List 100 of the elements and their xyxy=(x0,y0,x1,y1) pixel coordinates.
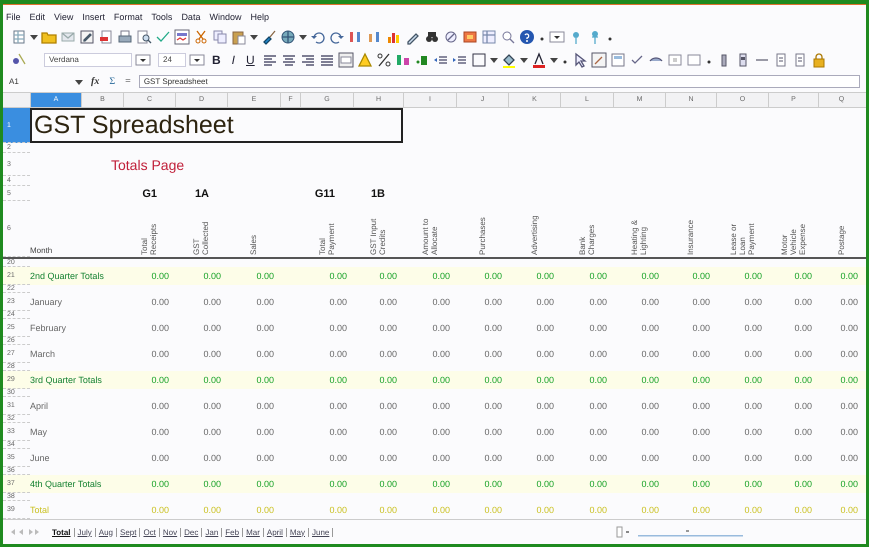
menu-item[interactable]: Data xyxy=(181,12,200,22)
spellcheck-icon[interactable] xyxy=(174,28,190,44)
percent-icon[interactable] xyxy=(376,52,392,68)
table-cell-text: 0.00 xyxy=(431,297,451,307)
horizontal-scrollbar[interactable] xyxy=(616,526,746,538)
sheet-tab[interactable]: Aug xyxy=(96,528,117,536)
scissors-icon[interactable] xyxy=(193,28,209,44)
name-box[interactable]: A1 xyxy=(9,77,69,86)
merge-cells-icon[interactable] xyxy=(338,52,354,68)
table-cell-text: 0.00 xyxy=(255,271,275,281)
lock-icon[interactable] xyxy=(810,52,827,68)
menu-item[interactable]: Window xyxy=(209,12,242,22)
menu-item[interactable]: Edit xyxy=(30,12,46,22)
table-cell-text: 0.00 xyxy=(743,505,763,515)
font-size-field[interactable]: 24 xyxy=(158,52,186,66)
dropdown-button-icon[interactable] xyxy=(189,52,205,68)
table-cell-text: 0.00 xyxy=(793,375,813,385)
table-cell-text: 0.00 xyxy=(743,479,763,489)
table-cell-text: 0.00 xyxy=(535,297,555,307)
paint-bucket-icon[interactable] xyxy=(500,52,517,68)
drawing-icon[interactable] xyxy=(590,52,607,68)
font-color-icon[interactable] xyxy=(530,52,547,68)
table-cell-text: 0.00 xyxy=(743,427,763,437)
printer-icon[interactable] xyxy=(117,28,133,44)
column-heading: Advertising xyxy=(530,214,538,255)
menu-item[interactable]: File xyxy=(6,12,21,22)
table-cell-text: 0.00 xyxy=(535,505,555,515)
sheet-tab[interactable]: April xyxy=(264,528,287,536)
copy-icon[interactable] xyxy=(212,28,228,44)
menu-item[interactable]: Format xyxy=(114,12,142,22)
form-icon[interactable] xyxy=(610,52,626,68)
menu-item[interactable]: Insert xyxy=(82,12,105,22)
table-cell-text: 0.00 xyxy=(328,479,348,489)
row-label: Total xyxy=(30,505,50,515)
table-cell-text: 0.00 xyxy=(483,375,503,385)
table-cell-text: 0.00 xyxy=(640,349,660,359)
font-name-field[interactable]: Verdana xyxy=(44,52,132,66)
clipboard-icon[interactable] xyxy=(231,28,247,44)
table-cell-text: 0.00 xyxy=(255,401,275,411)
preview-icon[interactable] xyxy=(136,28,152,44)
sheet-tab[interactable]: Mar xyxy=(243,528,264,536)
formula-button[interactable]: = xyxy=(123,76,133,87)
table-cell-text: 0.00 xyxy=(150,505,170,515)
brush-icon[interactable] xyxy=(261,28,277,44)
sheet-tab[interactable]: Total xyxy=(49,528,75,536)
sheet-tab[interactable]: June xyxy=(309,528,334,536)
table-cell-text: 0.00 xyxy=(743,271,763,281)
column-heading: Bank Charges xyxy=(578,224,596,255)
formula-input-field[interactable]: GST Spreadsheet xyxy=(138,75,860,88)
table-cell-text: 0.00 xyxy=(691,271,711,281)
row-label: 2nd Quarter Totals xyxy=(30,271,105,281)
sheet-tab[interactable]: Feb xyxy=(222,528,244,536)
pdf-icon[interactable] xyxy=(98,28,114,44)
table-cell-text: 0.00 xyxy=(378,401,398,411)
table-cell-text: 0.00 xyxy=(378,427,398,437)
table-cell-text: 0.00 xyxy=(202,453,222,463)
sheet-tab[interactable]: Dec xyxy=(181,528,202,536)
menu-item[interactable]: View xyxy=(54,12,74,22)
table-cell-text: 0.00 xyxy=(793,479,813,489)
italic-button[interactable]: I xyxy=(228,52,240,66)
table-cell-text: 0.00 xyxy=(431,271,451,281)
table-cell-text: 0.00 xyxy=(588,453,608,463)
table-cell-text: 0.00 xyxy=(793,401,813,411)
function-wizard-button[interactable]: fx xyxy=(89,76,102,87)
table-cell-text: 0.00 xyxy=(150,479,170,489)
underline-button[interactable]: U xyxy=(242,52,259,66)
menu-item[interactable]: Tools xyxy=(151,12,172,22)
sum-button[interactable]: Σ xyxy=(107,76,118,87)
help-icon[interactable] xyxy=(519,28,535,44)
table-cell-text: 0.00 xyxy=(839,323,859,333)
table-cell-text: 0.00 xyxy=(691,427,711,437)
frame-icon[interactable] xyxy=(666,52,683,68)
edit-file-icon[interactable] xyxy=(79,28,95,44)
sheet-tab[interactable]: Nov xyxy=(160,528,182,536)
table-icon[interactable] xyxy=(481,28,497,44)
sheet-tab[interactable]: May xyxy=(286,528,309,536)
row-label: 4th Quarter Totals xyxy=(30,479,102,489)
dropdown-button-icon[interactable] xyxy=(549,28,565,44)
table-cell-text: 0.00 xyxy=(431,323,451,333)
zoom-icon[interactable] xyxy=(500,28,516,44)
globe-icon[interactable] xyxy=(280,28,296,44)
spreadsheet-icon[interactable] xyxy=(11,28,27,44)
table-cell-text: 0.00 xyxy=(431,349,451,359)
sheet-tab[interactable]: Oct xyxy=(140,528,160,536)
table-cell-text: 0.00 xyxy=(150,453,170,463)
menu-item[interactable]: Help xyxy=(250,12,269,22)
bold-button[interactable]: B xyxy=(208,52,225,66)
table-cell-text: 0.00 xyxy=(483,401,503,411)
sheet-tab[interactable]: Sept xyxy=(116,528,140,536)
table-cell-text: 0.00 xyxy=(691,375,711,385)
page-subtitle: Totals Page xyxy=(110,156,186,172)
table-cell-text: 0.00 xyxy=(640,323,660,333)
table-cell-text: 0.00 xyxy=(150,297,170,307)
table-cell-text: 0.00 xyxy=(691,479,711,489)
gallery-icon[interactable] xyxy=(462,28,478,44)
border-icon[interactable] xyxy=(470,52,487,68)
dropdown-button-icon[interactable] xyxy=(135,52,151,68)
sheet-tab[interactable]: July xyxy=(74,528,96,536)
table-cell-text: 0.00 xyxy=(839,271,859,281)
sheet-tab[interactable]: Jan xyxy=(202,528,222,536)
